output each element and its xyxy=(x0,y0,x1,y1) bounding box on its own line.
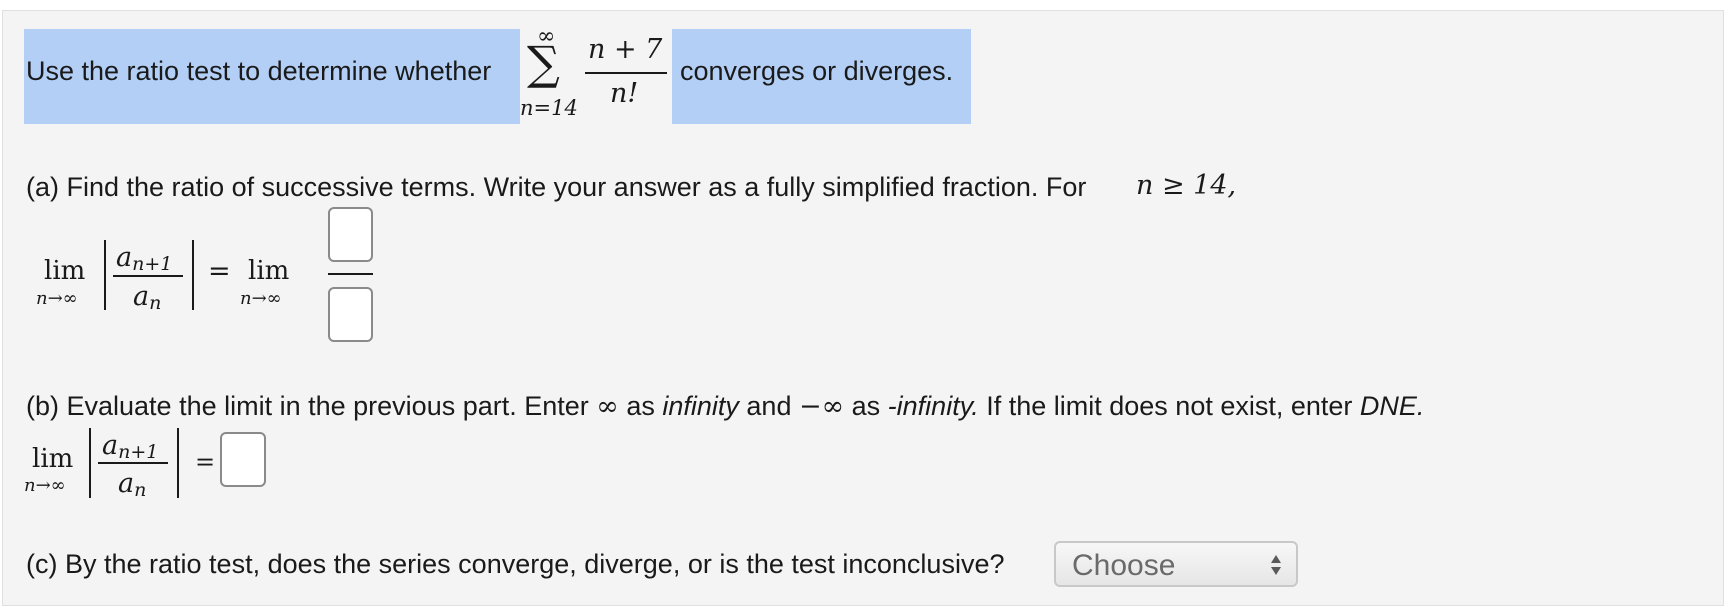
series-denominator: n! xyxy=(610,78,639,109)
series-numerator: n + 7 xyxy=(588,34,663,65)
part-a-frac-den: an xyxy=(133,283,161,313)
part-b-text-as-1: as xyxy=(626,391,655,421)
limit-answer-input[interactable] xyxy=(220,432,266,487)
part-a-condition: n ≥ 14, xyxy=(1136,170,1237,201)
part-b-frac-den: an xyxy=(118,470,146,500)
ratio-numerator-input[interactable] xyxy=(328,207,373,262)
part-b-frac-num: an+1 xyxy=(102,432,158,462)
part-a-lim-sub: n→∞ xyxy=(36,288,78,309)
part-a-frac-den-base: a xyxy=(133,281,150,312)
part-a-lim-2: lim xyxy=(248,256,290,286)
part-b-lim: lim xyxy=(32,444,74,474)
part-b-frac-den-base: a xyxy=(118,468,135,499)
converge-diverge-select[interactable]: Choose xyxy=(1054,541,1298,587)
dne-word: DNE. xyxy=(1359,391,1425,421)
question-intro-text: Use the ratio test to determine whether xyxy=(26,56,492,86)
part-c-prompt: (c) By the ratio test, does the series c… xyxy=(26,549,1005,579)
select-value: Choose xyxy=(1072,549,1176,582)
part-b-prompt: (b) Evaluate the limit in the previous p… xyxy=(26,391,1425,422)
sum-lower-limit: n=14 xyxy=(520,96,578,120)
part-b-text-as-2: as xyxy=(851,391,881,421)
part-b-frac-num-base: a xyxy=(102,430,119,461)
part-b-frac-bar xyxy=(98,462,168,464)
part-b-text-and: and xyxy=(746,391,792,421)
part-a-frac-den-sub: n xyxy=(149,292,162,314)
part-a-abs-right xyxy=(192,240,194,310)
part-a-lim: lim xyxy=(44,256,86,286)
part-b-frac-num-sub: n+1 xyxy=(118,441,159,463)
infinity-symbol: ∞ xyxy=(596,391,619,422)
updown-arrows-icon xyxy=(1270,554,1282,576)
infinity-word: infinity xyxy=(662,391,739,421)
question-outro-text: converges or diverges. xyxy=(680,56,954,86)
part-a-prompt: (a) Find the ratio of successive terms. … xyxy=(26,172,1087,202)
part-b-abs-left xyxy=(89,428,91,498)
part-a-lim-sub-2: n→∞ xyxy=(240,288,282,309)
part-a-equals: = xyxy=(208,256,231,287)
neg-infinity-word: -infinity. xyxy=(887,391,979,421)
part-a-abs-left xyxy=(104,240,106,310)
part-b-lim-sub: n→∞ xyxy=(24,475,66,496)
part-b-text-1: (b) Evaluate the limit in the previous p… xyxy=(26,391,589,421)
part-b-abs-right xyxy=(177,428,179,498)
part-a-frac-bar xyxy=(113,275,183,277)
ratio-fraction-bar xyxy=(328,273,373,275)
sum-upper-limit: ∞ xyxy=(537,24,556,49)
part-a-frac-num-sub: n+1 xyxy=(132,253,173,275)
neg-infinity-symbol: −∞ xyxy=(798,391,845,422)
part-b-frac-den-sub: n xyxy=(134,479,147,501)
part-a-frac-num-base: a xyxy=(116,242,133,273)
part-b-equals: = xyxy=(195,448,216,476)
part-b-dne-sentence: If the limit does not exist, enter xyxy=(986,391,1353,421)
series-fraction-bar xyxy=(585,72,667,74)
ratio-denominator-input[interactable] xyxy=(328,287,373,342)
part-a-frac-num: an+1 xyxy=(116,244,172,274)
